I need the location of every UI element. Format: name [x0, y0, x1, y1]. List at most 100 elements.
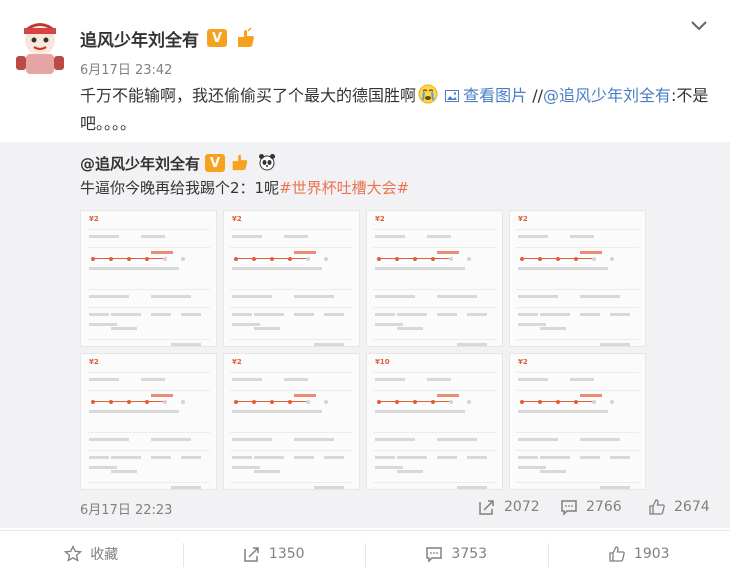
thumbnail-text-block	[89, 378, 119, 381]
thumbnail-text-block	[294, 438, 334, 441]
thumbnail-text-block	[181, 313, 201, 316]
thumbnail-amount: ¥2	[518, 215, 528, 223]
thumbnail-divider	[87, 289, 210, 290]
repost-like-stat[interactable]: 2674	[648, 498, 710, 516]
progress-dot	[181, 257, 185, 261]
thumbnail-text-block	[324, 313, 344, 316]
thumbnail-divider	[373, 390, 496, 391]
thumbnail-text-block	[111, 327, 137, 330]
view-picture-label: 查看图片	[463, 86, 528, 105]
repost-author-name[interactable]: @追风少年刘全有	[80, 153, 200, 174]
progress-dot	[91, 257, 95, 261]
progress-steps	[520, 257, 630, 261]
progress-dot	[109, 257, 113, 261]
avatar[interactable]	[12, 16, 68, 76]
thumbnail-text-block	[518, 410, 608, 413]
thumbnail-text-block	[294, 251, 316, 254]
thumbnail-text-block	[254, 327, 280, 330]
thumbnail-text-block	[457, 486, 487, 489]
thumbnail-divider	[87, 247, 210, 248]
image-thumbnail[interactable]: ¥10	[366, 353, 503, 490]
thumbnail-text-block	[232, 378, 262, 381]
progress-dot	[395, 400, 399, 404]
image-thumbnail[interactable]: ¥2	[366, 210, 503, 347]
repost-comment-count: 2766	[586, 499, 622, 515]
image-thumbnail[interactable]: ¥2	[509, 210, 646, 347]
post-time[interactable]: 6月17日 23:42	[80, 59, 172, 78]
thumbnail-text-block	[518, 466, 546, 469]
thumbnail-text-block	[314, 486, 344, 489]
thumbnail-text-block	[375, 295, 415, 298]
repost-time[interactable]: 6月17日 22:23	[80, 499, 172, 518]
progress-dot	[538, 400, 542, 404]
image-thumbnail[interactable]: ¥2	[223, 353, 360, 490]
author-name[interactable]: 追风少年刘全有	[80, 26, 199, 51]
progress-dot	[467, 400, 471, 404]
favorite-button[interactable]: 收藏	[0, 544, 183, 564]
thumbnail-text-block	[437, 456, 457, 459]
progress-dot	[270, 400, 274, 404]
post-text: 千万不能输啊，我还偷偷买了个最大的德国胜啊 查看图片 //@追风少年刘全有:不是…	[80, 82, 710, 138]
fan-badge-icon[interactable]	[235, 27, 257, 49]
image-thumbnail[interactable]: ¥2	[509, 353, 646, 490]
view-picture-link[interactable]: 查看图片	[445, 86, 527, 105]
image-thumbnail[interactable]: ¥2	[223, 210, 360, 347]
thumbnail-text-block	[375, 410, 465, 413]
verified-icon: V	[205, 154, 226, 172]
comment-button[interactable]: 3753	[365, 543, 548, 567]
panda-badge-icon[interactable]	[257, 152, 279, 174]
progress-steps	[91, 400, 201, 404]
thumbnail-divider	[87, 450, 210, 451]
thumbs-up-icon	[609, 546, 625, 562]
thumbnail-divider	[373, 307, 496, 308]
progress-dot	[610, 257, 614, 261]
crying-face-emoji-icon	[418, 84, 438, 104]
repost-text: 牛逼你今晚再给我踢个2：1呢#世界杯吐槽大会#	[80, 177, 409, 199]
thumbnail-text-block	[232, 323, 260, 326]
chevron-down-icon[interactable]	[688, 14, 710, 36]
forward-icon	[244, 547, 259, 562]
thumbnail-text-block	[111, 456, 141, 459]
thumbnail-text-block	[610, 456, 630, 459]
thumbnail-text-block	[151, 456, 171, 459]
thumbnail-text-block	[467, 456, 487, 459]
thumbnail-divider	[230, 339, 353, 340]
progress-dot	[288, 400, 292, 404]
progress-steps	[377, 400, 487, 404]
thumbnail-text-block	[375, 323, 403, 326]
thumbnail-text-block	[375, 378, 405, 381]
thumbnail-text-block	[375, 235, 405, 238]
progress-steps	[520, 400, 630, 404]
thumbnail-amount: ¥2	[375, 215, 385, 223]
repost-separator: //	[527, 86, 543, 105]
thumbnail-divider	[87, 229, 210, 230]
thumbnail-text-block	[89, 438, 129, 441]
image-thumbnail[interactable]: ¥2	[80, 210, 217, 347]
like-button[interactable]: 1903	[547, 543, 730, 567]
thumbnail-text-block	[171, 486, 201, 489]
fan-badge-icon[interactable]	[230, 152, 252, 174]
thumbnail-text-block	[375, 267, 465, 270]
progress-dot	[574, 257, 578, 261]
repost-comment-stat[interactable]: 2766	[560, 498, 622, 516]
comment-count: 3753	[451, 546, 488, 562]
progress-dot	[449, 400, 453, 404]
thumbnail-divider	[230, 307, 353, 308]
progress-steps	[234, 257, 344, 261]
progress-dot	[377, 400, 381, 404]
like-count: 1903	[633, 546, 670, 562]
thumbnail-text-block	[284, 378, 308, 381]
progress-steps	[91, 257, 201, 261]
thumbnail-divider	[373, 247, 496, 248]
progress-dot	[127, 400, 131, 404]
progress-dot	[538, 257, 542, 261]
hashtag-link[interactable]: #世界杯吐槽大会#	[279, 179, 409, 197]
mention-link[interactable]: @追风少年刘全有	[543, 86, 671, 105]
progress-dot	[449, 257, 453, 261]
repost-forward-stat[interactable]: 2072	[478, 498, 540, 516]
thumbnail-divider	[373, 339, 496, 340]
thumbnail-text-block	[427, 378, 451, 381]
image-thumbnail[interactable]: ¥2	[80, 353, 217, 490]
thumbnail-text-block	[570, 235, 594, 238]
forward-button[interactable]: 1350	[182, 543, 366, 567]
